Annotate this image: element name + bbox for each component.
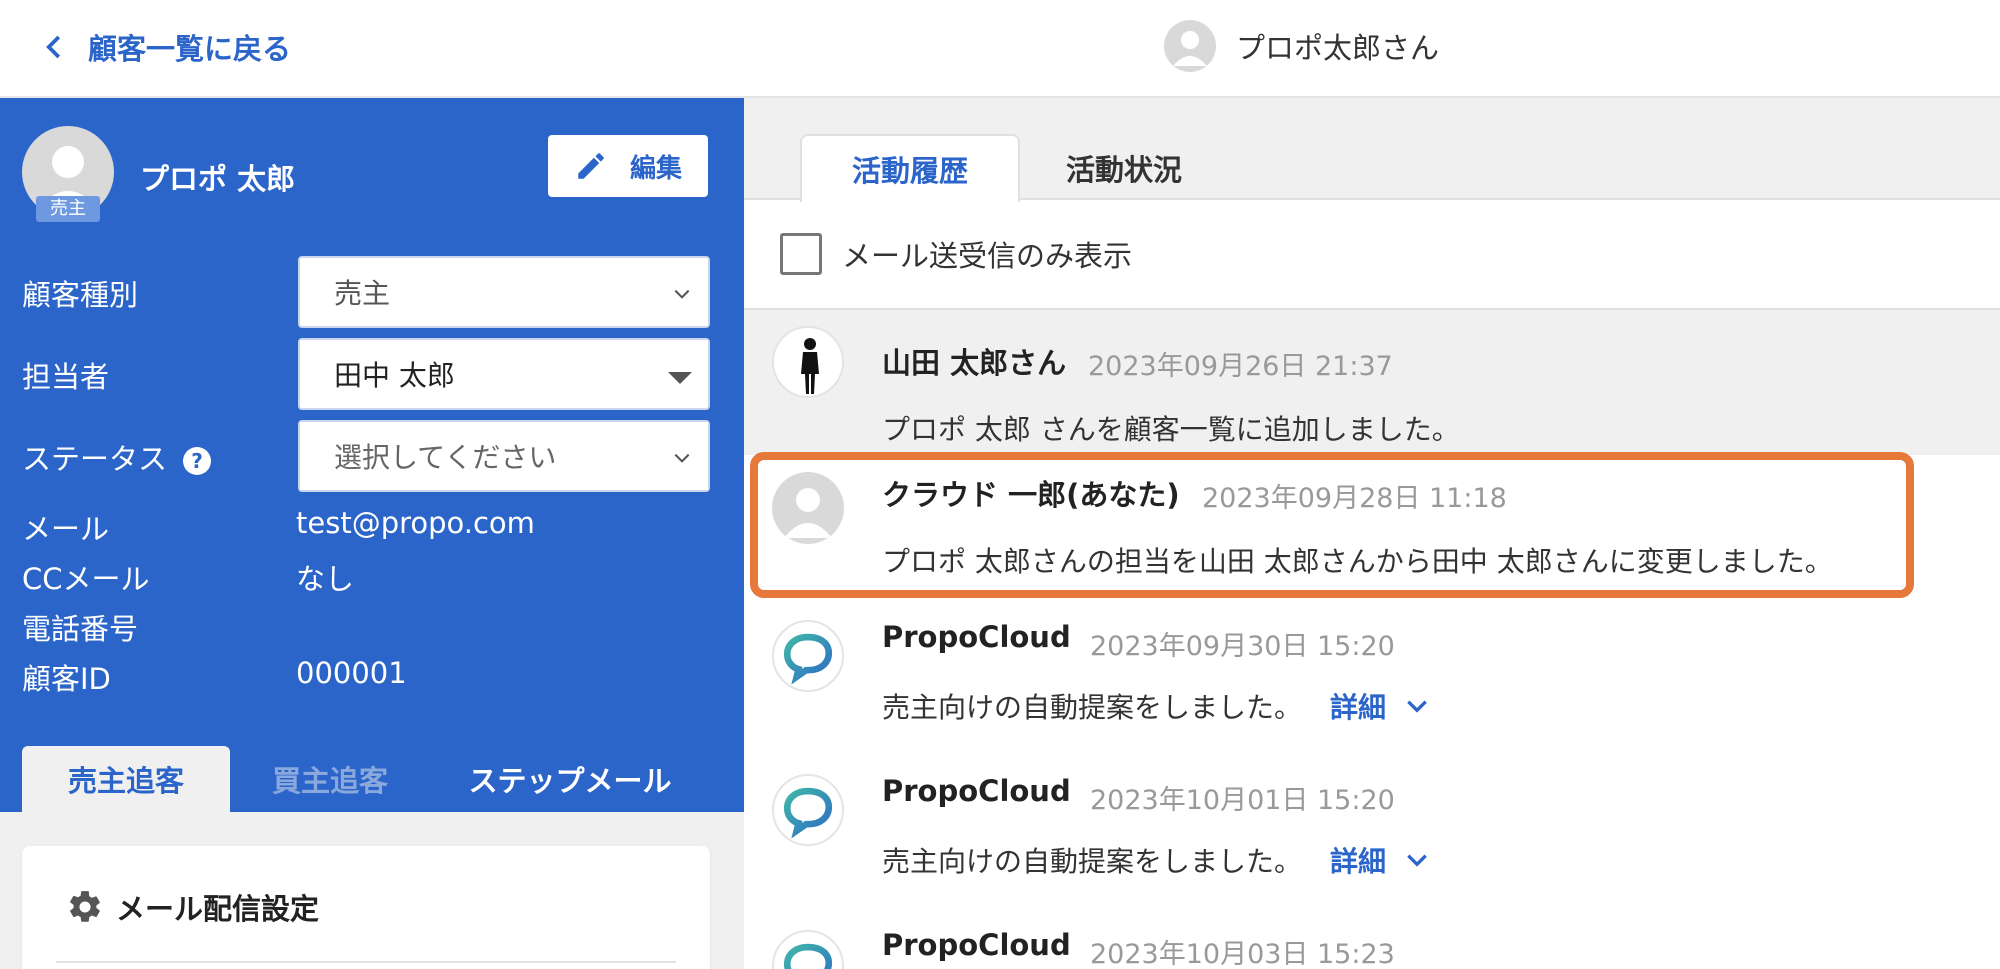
activity-time: 2023年09月28日 11:18: [1202, 483, 1507, 514]
email-value: test@propo.com: [296, 506, 535, 540]
user-avatar-icon: [772, 472, 844, 544]
customer-type-badge: 売主: [36, 196, 100, 222]
chevron-left-icon: [46, 35, 61, 59]
activity-author: 山田 太郎さん: [882, 346, 1067, 380]
chevron-down-icon: [674, 289, 690, 299]
activity-author: PropoCloud: [882, 620, 1071, 654]
card-title-text: メール配信設定: [116, 892, 320, 926]
detail-toggle[interactable]: 詳細: [1330, 686, 1430, 726]
customer-name: プロポ 太郎: [140, 162, 296, 196]
activity-message: 売主向けの自動提案をしました。 詳細: [882, 840, 1430, 880]
assignee-label: 担当者: [22, 360, 110, 394]
user-avatar-icon: [1164, 20, 1216, 72]
assignee-select[interactable]: 田中 太郎: [298, 338, 710, 410]
detail-toggle[interactable]: 詳細: [1330, 840, 1430, 880]
activity-time: 2023年09月26日 21:37: [1088, 351, 1393, 382]
tab-seller-followup[interactable]: 売主追客: [22, 746, 230, 812]
assignee-value: 田中 太郎: [334, 359, 455, 392]
status-label: ステータス?: [22, 436, 212, 478]
activity-message-text: 売主向けの自動提案をしました。: [882, 845, 1303, 878]
cc-email-value: なし: [296, 562, 355, 596]
activity-message-text: 売主向けの自動提案をしました。: [882, 691, 1303, 724]
propocloud-logo-icon: [772, 620, 844, 692]
detail-label: 詳細: [1330, 845, 1387, 878]
status-select[interactable]: 選択してください: [298, 420, 710, 492]
edit-button[interactable]: 編集: [548, 135, 708, 197]
propocloud-logo-icon: [772, 774, 844, 846]
tab-activity-status[interactable]: 活動状況: [1024, 134, 1224, 202]
chevron-down-icon: [1407, 854, 1427, 867]
activity-message: プロポ 太郎さんの担当を山田 太郎さんから田中 太郎さんに変更しました。: [882, 545, 1833, 578]
activity-item: PropoCloud 2023年09月30日 15:20 売主向けの自動提案をし…: [744, 606, 2000, 756]
detail-label: 詳細: [1330, 691, 1387, 724]
pencil-icon: [578, 153, 604, 179]
customer-info: 売主 プロポ 太郎 編集 顧客種別 売主 担当者 田中 太郎 ステータス? 選択…: [0, 98, 744, 812]
person-silhouette-icon: [772, 326, 844, 398]
activity-item: クラウド 一郎(あなた) 2023年09月28日 11:18 プロポ 太郎さんの…: [744, 458, 2000, 598]
activity-item: 山田 太郎さん 2023年09月26日 21:37 プロポ 太郎 さんを顧客一覧…: [744, 310, 2000, 455]
caret-down-icon: [668, 372, 692, 384]
activity-time: 2023年09月30日 15:20: [1090, 631, 1395, 662]
activity-tabs: 活動履歴 活動状況: [744, 98, 2000, 202]
back-to-customer-list-link[interactable]: 顧客一覧に戻る: [40, 26, 291, 68]
chevron-down-icon: [1407, 700, 1427, 713]
activity-panel: 活動履歴 活動状況 メール送受信のみ表示 山田 太郎さん 2023年09月26日…: [744, 98, 2000, 969]
mail-only-label: メール送受信のみ表示: [842, 239, 1133, 273]
activity-author: クラウド 一郎(あなた): [882, 478, 1180, 512]
tab-activity-history[interactable]: 活動履歴: [800, 134, 1020, 202]
tab-buyer-followup[interactable]: 買主追客: [250, 746, 410, 812]
activity-message: プロポ 太郎 さんを顧客一覧に追加しました。: [882, 413, 1460, 446]
customer-id-label: 顧客ID: [22, 662, 111, 696]
activity-item: PropoCloud 2023年10月01日 15:20 売主向けの自動提案をし…: [744, 760, 2000, 910]
help-icon[interactable]: ?: [183, 447, 212, 475]
chevron-down-icon: [674, 453, 690, 463]
customer-type-label: 顧客種別: [22, 278, 139, 312]
activity-message: 売主向けの自動提案をしました。 詳細: [882, 686, 1430, 726]
phone-label: 電話番号: [22, 612, 139, 646]
propocloud-logo-icon: [772, 930, 844, 969]
tab-step-mail[interactable]: ステップメール: [440, 746, 700, 812]
status-label-text: ステータス: [22, 442, 168, 476]
mail-only-filter[interactable]: メール送受信のみ表示: [780, 233, 1132, 275]
gear-icon: [70, 891, 100, 922]
back-link-label: 顧客一覧に戻る: [88, 32, 292, 66]
email-label: メール: [22, 512, 110, 546]
activity-item: PropoCloud 2023年10月03日 15:23: [744, 916, 2000, 969]
edit-button-label: 編集: [629, 153, 682, 184]
customer-panel: 売主 プロポ 太郎 編集 顧客種別 売主 担当者 田中 太郎 ステータス? 選択…: [0, 98, 744, 969]
current-user-name: プロポ太郎さん: [1236, 31, 1440, 65]
mail-delivery-settings-card: メール配信設定: [22, 846, 710, 969]
activity-author: PropoCloud: [882, 774, 1071, 808]
divider: [56, 961, 676, 963]
activity-time: 2023年10月01日 15:20: [1090, 785, 1395, 816]
status-placeholder: 選択してください: [334, 441, 557, 474]
customer-type-value: 売主: [334, 277, 391, 310]
activity-time: 2023年10月03日 15:23: [1090, 939, 1395, 969]
customer-id-value: 000001: [296, 656, 407, 690]
current-user[interactable]: プロポ太郎さん: [1164, 20, 1439, 72]
customer-type-select[interactable]: 売主: [298, 256, 710, 328]
mail-only-checkbox[interactable]: [780, 233, 822, 275]
activity-author: PropoCloud: [882, 928, 1071, 962]
top-bar: 顧客一覧に戻る プロポ太郎さん: [0, 0, 2000, 98]
card-title: メール配信設定: [66, 886, 319, 928]
cc-email-label: CCメール: [22, 562, 150, 596]
